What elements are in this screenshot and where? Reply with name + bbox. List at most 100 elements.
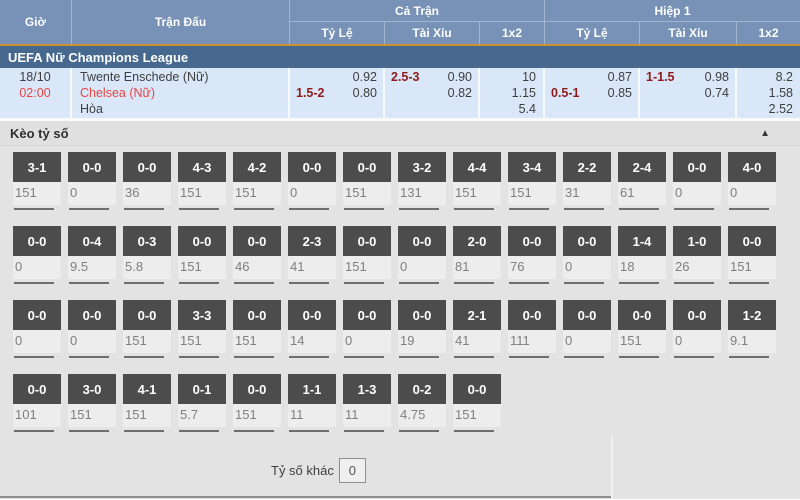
score-odds-cell[interactable]: 1-111 <box>288 374 336 432</box>
score-odds-cell[interactable]: 2-461 <box>618 152 666 210</box>
half-1x2-draw[interactable]: 2.52 <box>737 101 793 117</box>
other-score-value-box[interactable]: 0 <box>339 458 366 483</box>
score-cell-body: 0-00 <box>673 300 721 353</box>
odd-value: 151 <box>178 182 226 205</box>
score-cell-body: 0-019 <box>398 300 446 353</box>
cell-underline <box>619 282 659 284</box>
half-1x2-cell: 8.2 1.58 2.52 <box>737 68 800 118</box>
score-odds-cell[interactable]: 0-036 <box>123 152 171 210</box>
score-odds-cell[interactable]: 0-24.75 <box>398 374 446 432</box>
half-1x2-away[interactable]: 1.58 <box>737 85 793 101</box>
full-handicap-home-odds[interactable]: 0.92 <box>290 69 383 85</box>
score-cell-body: 0-00 <box>288 152 336 205</box>
score-odds-cell[interactable]: 0-019 <box>398 300 446 358</box>
half-under-odds[interactable]: 0.74 <box>640 85 735 101</box>
score-odds-cell[interactable]: 3-0151 <box>68 374 116 432</box>
score-odds-cell[interactable]: 3-4151 <box>508 152 556 210</box>
score-odds-cell[interactable]: 4-1151 <box>123 374 171 432</box>
score-odds-cell[interactable]: 4-4151 <box>453 152 501 210</box>
score-odds-cell[interactable]: 3-2131 <box>398 152 446 210</box>
cell-underline <box>399 208 439 210</box>
score-odds-cell[interactable]: 0-00 <box>68 300 116 358</box>
score-label: 0-0 <box>343 152 391 182</box>
score-label: 0-0 <box>398 300 446 330</box>
score-odds-cell[interactable]: 0-0151 <box>728 226 776 284</box>
score-odds-cell[interactable]: 0-00 <box>288 152 336 210</box>
score-odds-cell[interactable]: 0-00 <box>13 300 61 358</box>
half-over-odds[interactable]: 1-1.5 0.98 <box>640 69 735 85</box>
score-odds-cell[interactable]: 2-231 <box>563 152 611 210</box>
odd-value: 151 <box>68 404 116 427</box>
odd-value: 151 <box>233 182 281 205</box>
score-section-toggle[interactable]: Kèo tỷ số ▲ <box>0 121 800 146</box>
score-odds-cell[interactable]: 0-0151 <box>233 374 281 432</box>
score-odds-cell[interactable]: 0-0101 <box>13 374 61 432</box>
score-odds-cell[interactable]: 0-00 <box>563 226 611 284</box>
score-odds-cell[interactable]: 1-311 <box>343 374 391 432</box>
half-handicap-away-odds[interactable]: 0.5-1 0.85 <box>545 85 638 101</box>
score-odds-cell[interactable]: 0-0151 <box>453 374 501 432</box>
odd-value: 9.1 <box>728 330 776 353</box>
score-label: 0-0 <box>233 226 281 256</box>
score-odds-cell[interactable]: 2-081 <box>453 226 501 284</box>
score-odds-cell[interactable]: 0-0151 <box>123 300 171 358</box>
score-odds-cell[interactable]: 0-00 <box>673 152 721 210</box>
score-odds-cell[interactable]: 0-046 <box>233 226 281 284</box>
odd-value: 11 <box>288 404 336 427</box>
header-half-1x2: 1x2 <box>737 22 800 44</box>
score-odds-cell[interactable]: 0-0151 <box>343 152 391 210</box>
score-odds-cell[interactable]: 4-2151 <box>233 152 281 210</box>
score-odds-cell[interactable]: 0-014 <box>288 300 336 358</box>
full-1x2-draw[interactable]: 5.4 <box>480 101 536 117</box>
score-odds-cell[interactable]: 0-0151 <box>233 300 281 358</box>
score-odds-cell[interactable]: 0-00 <box>13 226 61 284</box>
score-label: 0-0 <box>673 300 721 330</box>
score-odds-cell[interactable]: 0-076 <box>508 226 556 284</box>
score-grid-panel: 3-11510-000-0364-31514-21510-000-01513-2… <box>0 146 800 499</box>
score-odds-cell[interactable]: 0-00 <box>673 300 721 358</box>
cell-underline <box>289 282 329 284</box>
score-odds-cell[interactable]: 0-00 <box>343 300 391 358</box>
half-handicap-home-odds[interactable]: 0.87 <box>545 69 638 85</box>
full-1x2-home[interactable]: 10 <box>480 69 536 85</box>
score-odds-cell[interactable]: 2-141 <box>453 300 501 358</box>
cell-underline <box>179 356 219 358</box>
odd-value: 151 <box>343 182 391 205</box>
score-odds-cell[interactable]: 4-3151 <box>178 152 226 210</box>
score-odds-cell[interactable]: 2-341 <box>288 226 336 284</box>
score-label: 0-0 <box>563 300 611 330</box>
cell-underline <box>124 430 164 432</box>
score-odds-cell[interactable]: 1-026 <box>673 226 721 284</box>
score-odds-cell[interactable]: 0-35.8 <box>123 226 171 284</box>
score-odds-cell[interactable]: 0-0151 <box>618 300 666 358</box>
score-odds-cell[interactable]: 0-0151 <box>343 226 391 284</box>
score-label: 0-0 <box>233 300 281 330</box>
odd-value: 5.8 <box>123 256 171 279</box>
score-odds-cell[interactable]: 0-49.5 <box>68 226 116 284</box>
score-cell-body: 0-0111 <box>508 300 556 353</box>
score-cell-body: 2-341 <box>288 226 336 279</box>
score-label: 1-1 <box>288 374 336 404</box>
score-cell-body: 4-1151 <box>123 374 171 427</box>
cell-underline <box>69 208 109 210</box>
score-odds-cell[interactable]: 1-418 <box>618 226 666 284</box>
full-under-odds[interactable]: 0.82 <box>385 85 478 101</box>
score-odds-cell[interactable]: 0-0111 <box>508 300 556 358</box>
score-odds-cell[interactable]: 0-00 <box>68 152 116 210</box>
score-odds-cell[interactable]: 3-3151 <box>178 300 226 358</box>
odd-value: 151 <box>233 404 281 427</box>
cell-underline <box>289 208 329 210</box>
collapse-arrow-icon[interactable]: ▲ <box>760 128 790 139</box>
score-odds-cell[interactable]: 1-29.1 <box>728 300 776 358</box>
score-odds-cell[interactable]: 3-1151 <box>13 152 61 210</box>
half-1x2-home[interactable]: 8.2 <box>737 69 793 85</box>
score-odds-cell[interactable]: 4-00 <box>728 152 776 210</box>
full-handicap-away-odds[interactable]: 1.5-2 0.80 <box>290 85 383 101</box>
full-1x2-away[interactable]: 1.15 <box>480 85 536 101</box>
score-odds-cell[interactable]: 0-15.7 <box>178 374 226 432</box>
away-team: Chelsea (Nữ) <box>80 85 288 101</box>
score-odds-cell[interactable]: 0-0151 <box>178 226 226 284</box>
full-over-odds[interactable]: 2.5-3 0.90 <box>385 69 478 85</box>
score-odds-cell[interactable]: 0-00 <box>563 300 611 358</box>
score-odds-cell[interactable]: 0-00 <box>398 226 446 284</box>
